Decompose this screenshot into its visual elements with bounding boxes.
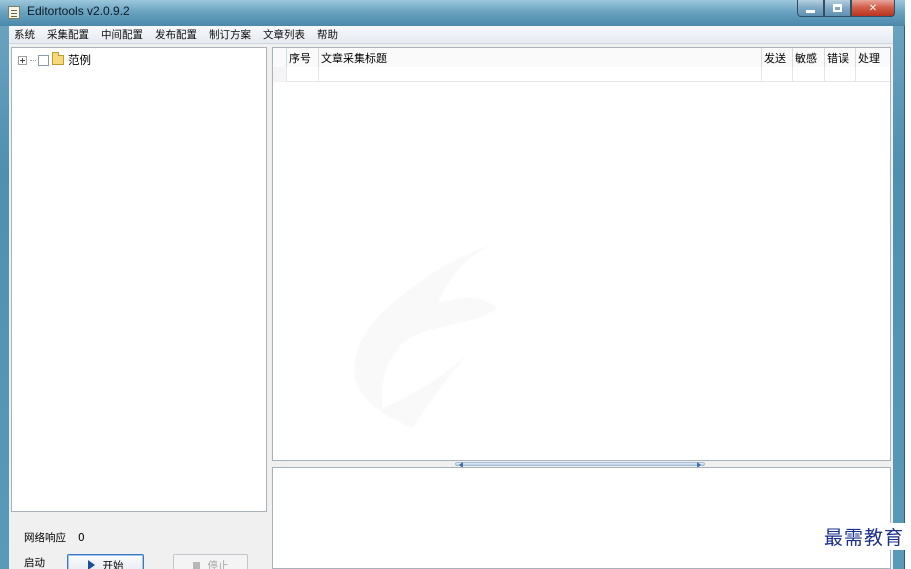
stop-button-label: 停止 bbox=[207, 559, 229, 569]
table-header: 序号 文章采集标题 发送 敏感 错误 处理 bbox=[273, 48, 890, 67]
start-row-label-wrap: 启动 bbox=[24, 555, 45, 569]
table-row[interactable] bbox=[273, 67, 890, 82]
menu-article-list[interactable]: 文章列表 bbox=[263, 27, 305, 42]
article-table[interactable]: 序号 文章采集标题 发送 敏感 错误 处理 bbox=[272, 47, 891, 461]
menu-plan[interactable]: 制订方案 bbox=[209, 27, 251, 42]
expand-icon[interactable] bbox=[18, 55, 27, 65]
splitter-grip[interactable] bbox=[455, 462, 705, 468]
row-selector[interactable] bbox=[273, 67, 287, 82]
table-cell bbox=[319, 67, 762, 82]
watermark-shape bbox=[354, 243, 498, 428]
menu-collect-config[interactable]: 采集配置 bbox=[47, 27, 89, 42]
folder-icon bbox=[52, 52, 64, 65]
table-cell bbox=[762, 67, 793, 82]
task-tree-panel[interactable]: 范例 bbox=[11, 47, 267, 512]
menu-middle-config[interactable]: 中间配置 bbox=[101, 27, 143, 42]
menu-publish-config[interactable]: 发布配置 bbox=[155, 27, 197, 42]
network-status: 网络响应 0 bbox=[24, 530, 85, 545]
window-controls: ✕ bbox=[797, 0, 895, 17]
column-header-sensitive[interactable]: 敏感 bbox=[793, 48, 825, 67]
minimize-button[interactable] bbox=[797, 0, 824, 17]
menu-system[interactable]: 系统 bbox=[14, 27, 35, 42]
close-button[interactable]: ✕ bbox=[851, 0, 895, 17]
log-panel[interactable] bbox=[272, 467, 891, 569]
window-title: Editortools v2.0.9.2 bbox=[27, 4, 130, 18]
start-row-label: 启动 bbox=[24, 557, 45, 569]
start-button-label: 开始 bbox=[102, 559, 124, 569]
stop-button[interactable]: 停止 bbox=[173, 554, 248, 569]
tree-connector bbox=[30, 59, 36, 61]
menu-help[interactable]: 帮助 bbox=[317, 27, 338, 42]
column-header-handle[interactable]: 处理 bbox=[856, 48, 890, 67]
column-header-index[interactable]: 序号 bbox=[287, 48, 319, 67]
menu-bar: 系统 采集配置 中间配置 发布配置 制订方案 文章列表 帮助 bbox=[9, 26, 893, 44]
table-cell bbox=[287, 67, 319, 82]
table-cell bbox=[793, 67, 825, 82]
table-cell bbox=[825, 67, 856, 82]
network-status-label: 网络响应 bbox=[24, 532, 66, 544]
title-bar[interactable]: Editortools v2.0.9.2 ✕ bbox=[0, 0, 905, 26]
table-cell bbox=[856, 67, 890, 82]
column-header-title[interactable]: 文章采集标题 bbox=[319, 48, 762, 67]
maximize-icon bbox=[833, 4, 842, 12]
column-header-sent[interactable]: 发送 bbox=[762, 48, 793, 67]
app-icon bbox=[8, 6, 20, 19]
stop-icon bbox=[192, 561, 200, 569]
brand-watermark: 最需教育 bbox=[821, 523, 906, 550]
start-button[interactable]: 开始 bbox=[67, 554, 144, 569]
tree-node-root[interactable]: 范例 bbox=[18, 52, 91, 68]
close-icon: ✕ bbox=[868, 2, 878, 14]
tree-node-label[interactable]: 范例 bbox=[68, 52, 91, 68]
network-status-value: 0 bbox=[78, 531, 85, 544]
maximize-button[interactable] bbox=[824, 0, 851, 17]
tree-checkbox[interactable] bbox=[38, 54, 49, 66]
client-area: 范例 网络响应 0 启动 开始 停止 序号 文章采集标题 发送 敏感 错误 处理 bbox=[9, 44, 893, 569]
minimize-icon bbox=[806, 9, 815, 13]
play-icon bbox=[87, 560, 95, 569]
column-header-error[interactable]: 错误 bbox=[825, 48, 856, 67]
header-row-selector bbox=[273, 48, 287, 67]
app-window: Editortools v2.0.9.2 ✕ 系统 采集配置 中间配置 发布配置… bbox=[0, 0, 905, 569]
